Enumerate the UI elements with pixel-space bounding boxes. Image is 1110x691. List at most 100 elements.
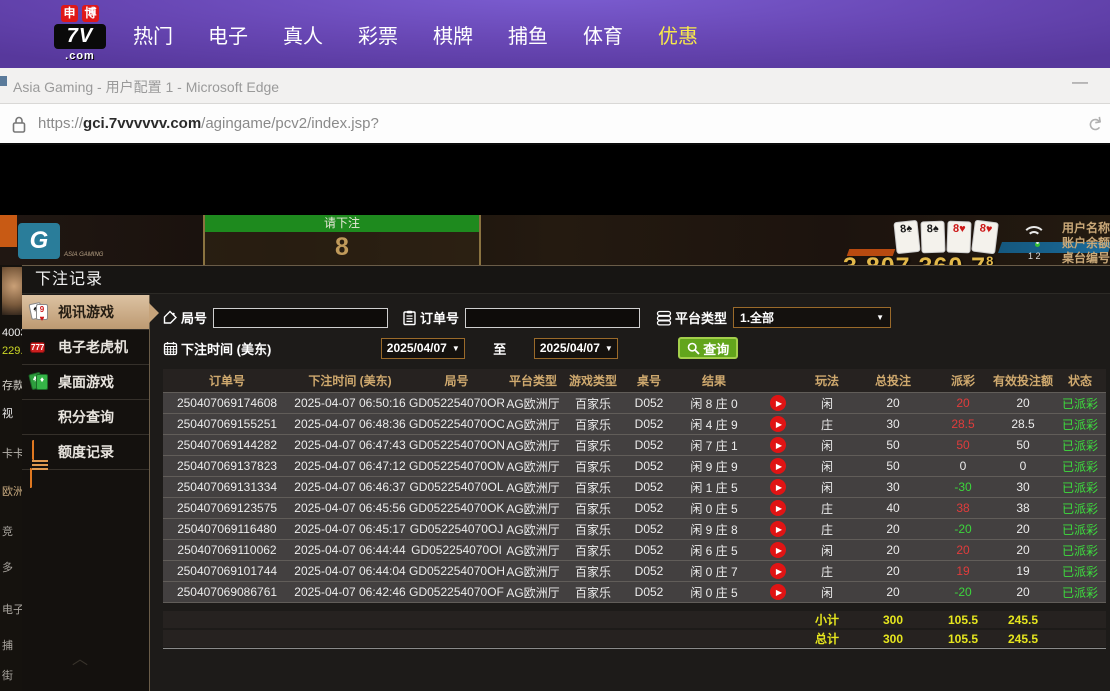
cell-ptype: 闲: [802, 395, 852, 412]
wifi-icon: [1022, 226, 1052, 248]
grandtotal-row: 总计 300 105.5 245.5: [163, 630, 1106, 647]
cell-payout: -20: [934, 585, 992, 599]
sidebar-item-video-games[interactable]: ♠ 9♥ 视讯游戏: [22, 295, 149, 330]
sidebar-item-credit-records[interactable]: 额度记录: [22, 435, 149, 470]
table-bottom-border: [163, 648, 1106, 649]
cell-time: 2025-04-07 06:47:43: [291, 438, 409, 452]
play-video-button[interactable]: ▶: [770, 416, 786, 432]
slot-machine-icon: 777: [30, 337, 50, 357]
clipboard-icon: [402, 310, 417, 326]
cell-total: 20: [852, 522, 934, 536]
minimize-button[interactable]: —: [1072, 74, 1088, 92]
play-video-button[interactable]: ▶: [770, 542, 786, 558]
cell-gtype: 百家乐: [562, 563, 624, 580]
account-info-labels: 用户名称:账户余额:桌台编号: [1062, 221, 1110, 266]
nav-item[interactable]: 捕鱼: [508, 20, 548, 49]
cell-round: GD052254070OM: [409, 459, 504, 473]
play-video-button[interactable]: ▶: [770, 500, 786, 516]
cell-ptype: 庄: [802, 521, 852, 538]
cell-tableno: D052: [624, 522, 674, 536]
nav-item[interactable]: 优惠: [658, 20, 698, 49]
cell-platform: AG欧洲厅: [504, 500, 562, 517]
cell-result: 闲 0 庄 5: [674, 584, 754, 601]
column-header-round: 局号: [409, 372, 504, 389]
cell-valid: 20: [992, 585, 1054, 599]
cell-total: 30: [852, 417, 934, 431]
logo-com: .com: [48, 50, 112, 62]
url-host: gci.7vvvvvv.com: [83, 115, 201, 132]
modal-title: 下注记录: [22, 266, 1110, 294]
play-video-button[interactable]: ▶: [770, 521, 786, 537]
cell-total: 20: [852, 585, 934, 599]
account-label: 账户余额:: [1062, 236, 1110, 251]
cell-round: GD052254070OO: [409, 417, 504, 431]
cell-order: 250407069155251: [163, 417, 291, 431]
cell-total: 20: [852, 564, 934, 578]
play-video-button[interactable]: ▶: [770, 458, 786, 474]
play-video-button[interactable]: ▶: [770, 479, 786, 495]
cell-gtype: 百家乐: [562, 542, 624, 559]
casino-banner: G ASIA GAMING 请下注 8 8♠8♠8♥8♥ 3,807,360.7…: [0, 215, 1110, 265]
bet-records-modal: 下注记录 ♠ 9♥ 视讯游戏 777 电子老虎机 ♣ ♦ 桌面游戏: [22, 265, 1110, 691]
cell-result: 闲 0 庄 5: [674, 500, 754, 517]
cell-payout: -30: [934, 480, 992, 494]
site-logo[interactable]: 申 博 7V .com: [48, 5, 112, 62]
lock-icon[interactable]: [12, 116, 26, 133]
left-strip-fragment: 卡卡: [2, 445, 22, 461]
round-input[interactable]: [213, 308, 388, 328]
nav-item[interactable]: 棋牌: [433, 20, 473, 49]
play-video-button[interactable]: ▶: [770, 584, 786, 600]
nav-item[interactable]: 热门: [133, 20, 173, 49]
platform-type-select[interactable]: 1.全部 ▼: [733, 307, 891, 328]
play-video-button[interactable]: ▶: [770, 563, 786, 579]
cell-total: 30: [852, 480, 934, 494]
table-header-row: 订单号下注时间 (美东)局号平台类型游戏类型桌号结果玩法总投注派彩有效投注额状态: [163, 369, 1106, 392]
logo-badge-left: 申: [61, 5, 78, 22]
sidebar-item-label: 额度记录: [58, 442, 114, 462]
cell-time: 2025-04-07 06:48:36: [291, 417, 409, 431]
cell-status: 已派彩: [1054, 563, 1106, 580]
cell-tableno: D052: [624, 543, 674, 557]
subtotal-payout: 105.5: [934, 613, 992, 627]
cell-order: 250407069174608: [163, 396, 291, 410]
cell-round: GD052254070OL: [409, 480, 504, 494]
order-input[interactable]: [465, 308, 640, 328]
play-video-button[interactable]: ▶: [770, 395, 786, 411]
cell-total: 40: [852, 501, 934, 515]
cell-platform: AG欧洲厅: [504, 584, 562, 601]
cell-tableno: D052: [624, 501, 674, 515]
column-header-time: 下注时间 (美东): [291, 372, 409, 389]
nav-item[interactable]: 体育: [583, 20, 623, 49]
site-nav-items: 热门 电子 真人 彩票 棋牌 捕鱼 体育 优惠: [133, 0, 698, 68]
sidebar-item-slots[interactable]: 777 电子老虎机: [22, 330, 149, 365]
dropdown-arrow-icon: ▼: [452, 344, 460, 353]
nav-item[interactable]: 真人: [283, 20, 323, 49]
play-video-button[interactable]: ▶: [770, 437, 786, 453]
site-nav-bar: 申 博 7V .com 热门 电子 真人 彩票 棋牌 捕鱼 体育 优惠: [0, 0, 1110, 68]
cell-platform: AG欧洲厅: [504, 416, 562, 433]
browser-url-bar[interactable]: https://gci.7vvvvvv.com/agingame/pcv2/in…: [0, 104, 1110, 145]
cell-result: 闲 0 庄 7: [674, 563, 754, 580]
query-button[interactable]: 查询: [678, 337, 738, 359]
date-from-select[interactable]: 2025/04/07 ▼: [381, 338, 465, 359]
nav-item[interactable]: 彩票: [358, 20, 398, 49]
column-header-order: 订单号: [163, 372, 291, 389]
sidebar-item-points-query[interactable]: 积分查询: [22, 400, 149, 435]
sidebar-item-label: 桌面游戏: [58, 372, 114, 392]
to-label: 至: [493, 339, 506, 358]
cell-order: 250407069123575: [163, 501, 291, 515]
cell-play: ▶: [754, 479, 802, 496]
account-label: 用户名称:: [1062, 221, 1110, 236]
url-text[interactable]: https://gci.7vvvvvv.com/agingame/pcv2/in…: [38, 115, 379, 132]
column-header-platform: 平台类型: [504, 372, 562, 389]
table-gap: [163, 602, 1106, 611]
table-games-icon: ♣ ♦: [30, 372, 50, 392]
refresh-icon[interactable]: ↻: [1081, 115, 1106, 135]
sidebar-item-table-games[interactable]: ♣ ♦ 桌面游戏: [22, 365, 149, 400]
cell-round: GD052254070ON: [409, 438, 504, 452]
date-to-select[interactable]: 2025/04/07 ▼: [534, 338, 618, 359]
cell-gtype: 百家乐: [562, 416, 624, 433]
cell-ptype: 闲: [802, 584, 852, 601]
cell-play: ▶: [754, 416, 802, 433]
nav-item[interactable]: 电子: [208, 20, 248, 49]
